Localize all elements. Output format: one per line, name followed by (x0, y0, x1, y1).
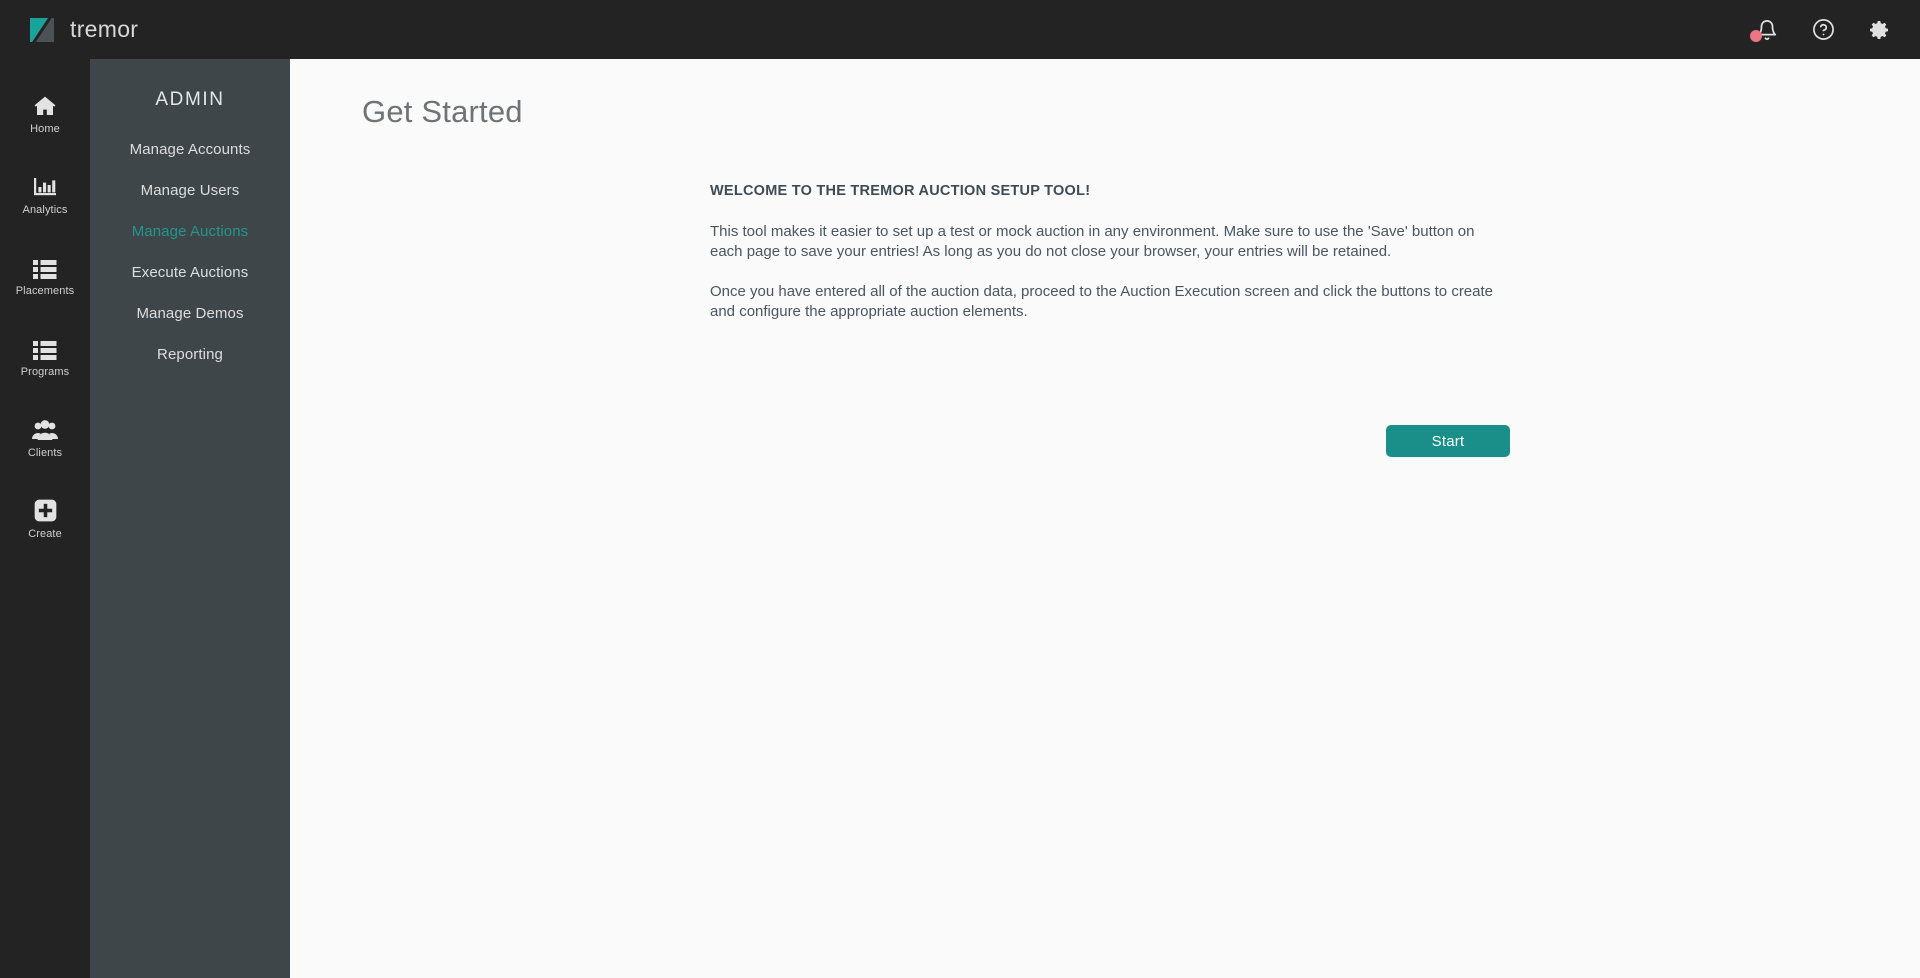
brand-logo[interactable]: tremor (28, 16, 138, 44)
welcome-heading: WELCOME TO THE TREMOR AUCTION SETUP TOOL… (710, 183, 1091, 199)
list-icon (31, 254, 59, 280)
rail-label: Analytics (22, 204, 68, 216)
gear-icon[interactable] (1866, 17, 1892, 43)
rail-label: Home (30, 123, 60, 135)
left-navigation-rail: Home Analytics Placements Programs Clien… (0, 59, 90, 978)
rail-item-analytics[interactable]: Analytics (0, 154, 90, 235)
application-window: tremor Home Analytics Placements Program… (0, 0, 1920, 978)
admin-item-execute-auctions[interactable]: Execute Auctions (90, 252, 290, 293)
home-icon (31, 92, 59, 118)
list-icon (31, 335, 59, 361)
welcome-paragraph-2: Once you have entered all of the auction… (710, 283, 1494, 320)
page-title: Get Started (362, 94, 523, 129)
rail-item-home[interactable]: Home (0, 73, 90, 154)
admin-item-manage-demos[interactable]: Manage Demos (90, 293, 290, 334)
notifications-bell-icon[interactable] (1750, 17, 1780, 43)
rail-item-placements[interactable]: Placements (0, 235, 90, 316)
admin-side-panel: ADMIN Manage Accounts Manage Users Manag… (90, 59, 290, 978)
admin-item-manage-accounts[interactable]: Manage Accounts (90, 129, 290, 170)
admin-item-reporting[interactable]: Reporting (90, 334, 290, 375)
welcome-paragraph-1: This tool makes it easier to set up a te… (710, 223, 1475, 260)
rail-item-create[interactable]: Create (0, 478, 90, 559)
top-bar-actions (1750, 0, 1892, 59)
rail-label: Create (28, 528, 62, 540)
people-group-icon (31, 416, 59, 442)
welcome-content-block: WELCOME TO THE TREMOR AUCTION SETUP TOOL… (710, 183, 1510, 342)
admin-item-manage-users[interactable]: Manage Users (90, 170, 290, 211)
top-bar: tremor (0, 0, 1920, 59)
tremor-logo-icon (28, 16, 56, 44)
analytics-bar-chart-icon (31, 173, 59, 199)
action-button-row: Start (710, 425, 1510, 457)
rail-label: Programs (20, 366, 70, 378)
plus-square-icon (31, 497, 59, 523)
help-circle-icon[interactable] (1810, 17, 1836, 43)
rail-label: Placements (15, 285, 75, 297)
admin-item-manage-auctions[interactable]: Manage Auctions (90, 211, 290, 252)
rail-label: Clients (27, 447, 63, 459)
brand-name: tremor (70, 16, 139, 42)
main-content-area: Get Started WELCOME TO THE TREMOR AUCTIO… (290, 59, 1920, 978)
rail-item-clients[interactable]: Clients (0, 397, 90, 478)
admin-panel-title: ADMIN (155, 89, 225, 110)
start-button[interactable]: Start (1386, 425, 1510, 457)
notification-badge-dot (1750, 29, 1762, 42)
rail-item-programs[interactable]: Programs (0, 316, 90, 397)
